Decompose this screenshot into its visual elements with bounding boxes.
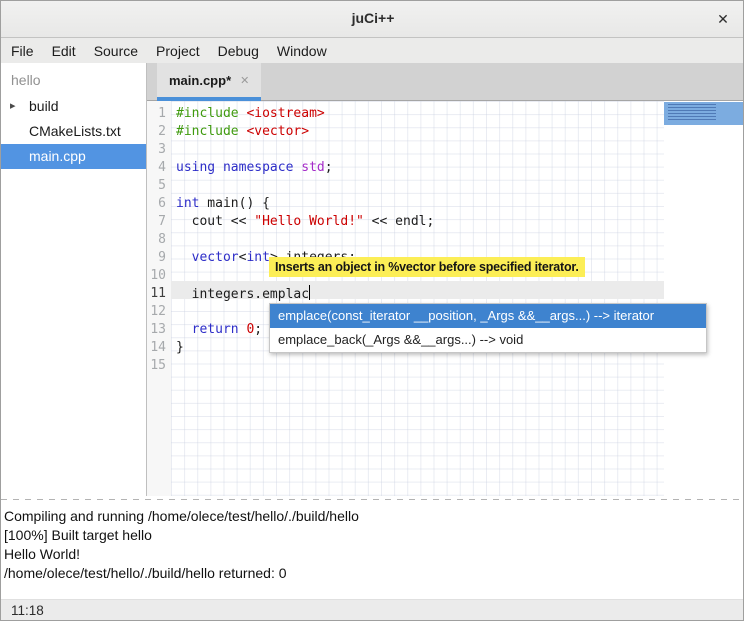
code-line-7: cout << "Hello World!" << endl; — [171, 213, 664, 231]
code-line-5 — [171, 177, 664, 195]
file-tree-item-main-cpp[interactable]: main.cpp — [1, 144, 146, 169]
code-line-15 — [171, 357, 664, 375]
line-number: 6 — [147, 195, 171, 213]
minimap-column — [664, 101, 744, 496]
line-number: 1 — [147, 105, 171, 123]
line-number: 10 — [147, 267, 171, 285]
code-token: main() { — [199, 196, 269, 211]
project-name-label: hello — [1, 63, 146, 94]
line-number: 8 — [147, 231, 171, 249]
code-token — [176, 250, 192, 265]
documentation-tooltip: Inserts an object in %vector before spec… — [269, 257, 585, 277]
minimap-code-preview — [668, 104, 735, 122]
code-token: <iostream> — [246, 106, 324, 121]
terminal-line: Hello World! — [4, 545, 742, 564]
app-window: juCi++ ✕ FileEditSourceProjectDebugWindo… — [0, 0, 744, 621]
code-line-8 — [171, 231, 664, 249]
code-token: std — [301, 160, 324, 175]
line-number: 2 — [147, 123, 171, 141]
code-token: vector — [192, 250, 239, 265]
code-line-6: int main() { — [171, 195, 664, 213]
autocomplete-item-0[interactable]: emplace(const_iterator __position, _Args… — [270, 304, 706, 328]
line-number: 9 — [147, 249, 171, 267]
terminal-line: Compiling and running /home/olece/test/h… — [4, 507, 742, 526]
code-line-11: integers.emplac — [171, 285, 664, 303]
code-token: using — [176, 160, 215, 175]
line-number: 4 — [147, 159, 171, 177]
close-window-button[interactable]: ✕ — [713, 9, 733, 29]
code-token: << endl; — [364, 214, 434, 229]
menu-bar: FileEditSourceProjectDebugWindow — [1, 38, 744, 63]
menu-file[interactable]: File — [2, 40, 43, 62]
code-line-3 — [171, 141, 664, 159]
file-tree-item-label: build — [29, 98, 59, 114]
tab-strip: main.cpp* ✕ — [147, 63, 744, 101]
code-line-4: using namespace std; — [171, 159, 664, 177]
menu-debug[interactable]: Debug — [209, 40, 268, 62]
file-tree-item-label: main.cpp — [29, 148, 86, 164]
line-number: 3 — [147, 141, 171, 159]
menu-project[interactable]: Project — [147, 40, 209, 62]
code-line-2: #include <vector> — [171, 123, 664, 141]
text-cursor — [309, 285, 310, 300]
line-number: 11 — [147, 285, 171, 303]
line-number: 15 — [147, 357, 171, 375]
code-token: ; — [254, 322, 262, 337]
tab-label: main.cpp* — [169, 73, 231, 88]
expander-arrow-icon[interactable]: ▸ — [10, 94, 16, 119]
pane-splitter[interactable] — [1, 496, 744, 503]
code-token: #include — [176, 106, 239, 121]
file-tree-item-label: CMakeLists.txt — [29, 123, 121, 139]
minimap-visible-region[interactable] — [664, 102, 744, 125]
code-line-1: #include <iostream> — [171, 105, 664, 123]
title-bar: juCi++ ✕ — [1, 1, 744, 38]
code-token: cout << — [176, 214, 254, 229]
terminal-output-panel[interactable]: Compiling and running /home/olece/test/h… — [1, 503, 744, 599]
line-number: 7 — [147, 213, 171, 231]
code-token: int — [176, 196, 199, 211]
file-tree-item-cmakelists-txt[interactable]: CMakeLists.txt — [1, 119, 146, 144]
menu-window[interactable]: Window — [268, 40, 336, 62]
code-token: <vector> — [246, 124, 309, 139]
file-tree-item-build[interactable]: ▸ build — [1, 94, 146, 119]
line-number: 13 — [147, 321, 171, 339]
file-tree-sidebar[interactable]: hello ▸ build CMakeLists.txt main.cpp — [1, 63, 147, 496]
status-bar: 11:18 — [1, 599, 744, 621]
tab-close-icon[interactable]: ✕ — [240, 74, 249, 87]
code-token — [176, 322, 192, 337]
code-text-area[interactable]: #include <iostream>#include <vector>usin… — [171, 101, 664, 496]
autocomplete-popup: emplace(const_iterator __position, _Args… — [269, 303, 707, 353]
code-token: int — [246, 250, 269, 265]
terminal-line: [100%] Built target hello — [4, 526, 742, 545]
line-number: 14 — [147, 339, 171, 357]
window-title: juCi++ — [1, 10, 744, 26]
line-number: 12 — [147, 303, 171, 321]
code-editor: 123456789101112131415 #include <iostream… — [147, 101, 744, 496]
code-token: ; — [325, 160, 333, 175]
code-token: "Hello World!" — [254, 214, 364, 229]
file-tree-items: ▸ build CMakeLists.txt main.cpp — [1, 94, 146, 169]
autocomplete-item-1[interactable]: emplace_back(_Args &&__args...) --> void — [270, 328, 706, 352]
code-token — [215, 160, 223, 175]
code-token: integers.emplac — [176, 287, 309, 302]
code-token: return — [192, 322, 239, 337]
code-token: #include — [176, 124, 239, 139]
menu-edit[interactable]: Edit — [43, 40, 85, 62]
line-number: 5 — [147, 177, 171, 195]
terminal-line: /home/olece/test/hello/./build/hello ret… — [4, 564, 742, 583]
cursor-position-indicator: 11:18 — [11, 603, 44, 618]
line-number-gutter: 123456789101112131415 — [147, 101, 171, 496]
menu-source[interactable]: Source — [85, 40, 147, 62]
code-token: } — [176, 340, 184, 355]
tab-main-cpp[interactable]: main.cpp* ✕ — [157, 63, 261, 97]
code-token: namespace — [223, 160, 293, 175]
